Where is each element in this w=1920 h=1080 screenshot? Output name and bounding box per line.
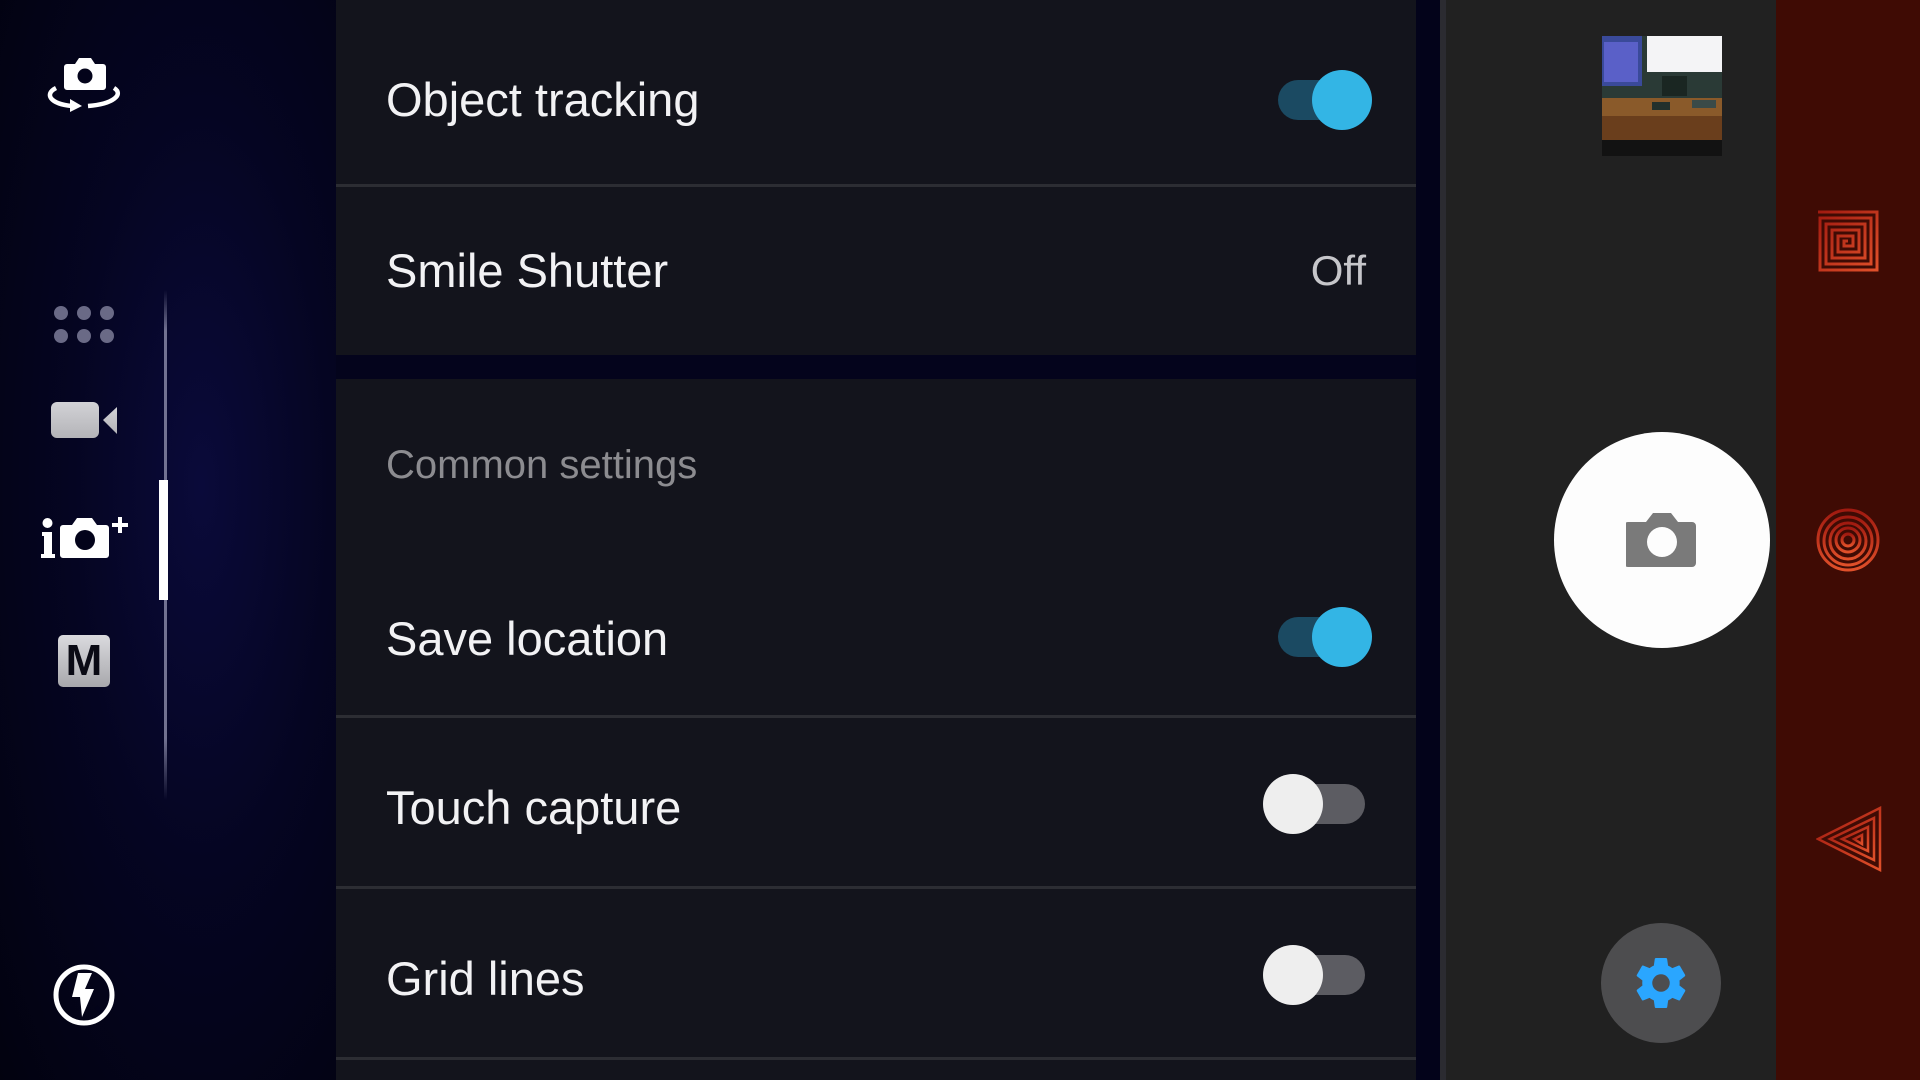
- divider: [336, 1057, 1416, 1060]
- setting-row-save-location[interactable]: Save location: [336, 543, 1416, 715]
- shutter-button[interactable]: [1554, 432, 1770, 648]
- active-mode-indicator: [159, 480, 168, 600]
- touch-capture-toggle[interactable]: [1263, 772, 1367, 836]
- setting-row-smile-shutter[interactable]: Smile Shutter Off: [336, 187, 1416, 355]
- setting-row-touch-capture[interactable]: Touch capture: [336, 718, 1416, 886]
- toggle-thumb: [1263, 945, 1323, 1005]
- smile-shutter-value: Off: [1310, 247, 1366, 294]
- last-photo-thumbnail[interactable]: [1602, 36, 1722, 156]
- toggle-thumb: [1312, 607, 1372, 667]
- manual-mode-label: M: [65, 636, 103, 685]
- superior-auto-icon[interactable]: [40, 515, 136, 565]
- grid-lines-toggle[interactable]: [1263, 943, 1367, 1007]
- camera-icon: [1626, 513, 1696, 567]
- settings-button[interactable]: [1601, 923, 1721, 1043]
- circle-spiral-icon[interactable]: [1816, 508, 1880, 572]
- toggle-thumb: [1263, 774, 1323, 834]
- square-spiral-icon[interactable]: [1816, 209, 1880, 273]
- setting-label: Save location: [386, 612, 669, 665]
- mode-sidebar: M: [0, 0, 336, 1080]
- setting-row-grid-lines[interactable]: Grid lines: [336, 889, 1416, 1057]
- camera-switch-icon[interactable]: [42, 54, 126, 116]
- setting-label: Touch capture: [386, 781, 682, 834]
- triangle-spiral-icon[interactable]: [1816, 806, 1882, 872]
- gear-icon: [1636, 958, 1686, 1009]
- setting-label: Grid lines: [386, 952, 585, 1005]
- manual-mode-icon[interactable]: M: [58, 635, 110, 687]
- toggle-thumb: [1312, 70, 1372, 130]
- setting-label: Smile Shutter: [386, 244, 669, 297]
- save-location-toggle[interactable]: [1270, 605, 1374, 669]
- flash-auto-icon[interactable]: [52, 963, 116, 1027]
- section-header-common-settings: Common settings: [386, 443, 698, 487]
- settings-group-mode: Object tracking Smile Shutter Off: [336, 0, 1416, 355]
- settings-group-common: Common settings Save location Touch capt…: [336, 379, 1416, 1080]
- setting-label: Object tracking: [386, 73, 700, 126]
- object-tracking-toggle[interactable]: [1270, 68, 1374, 132]
- setting-row-object-tracking[interactable]: Object tracking: [336, 0, 1416, 185]
- navigation-bar: [1776, 0, 1920, 1080]
- grid-dots-icon[interactable]: [50, 302, 118, 346]
- video-camera-icon[interactable]: [50, 400, 120, 440]
- settings-panel: Object tracking Smile Shutter Off Common…: [336, 0, 1416, 1080]
- thumbnail-image: [1602, 36, 1722, 156]
